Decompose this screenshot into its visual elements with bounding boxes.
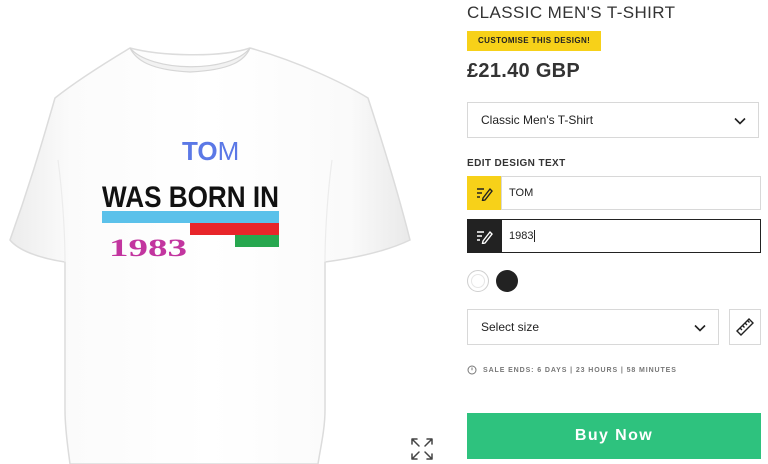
product-title: CLASSIC MEN'S T-SHIRT [467,3,676,22]
design-text-input-2[interactable]: 1983 [501,219,761,253]
size-select-value: Select size [481,320,540,334]
design-text-row-2: 1983 [467,219,761,253]
design-text-input-1-value: TOM [509,187,534,199]
chevron-down-icon [734,117,746,125]
text-caret [534,230,536,243]
design-line2-text: WAS BORN IN [102,181,279,214]
design-stripe-blue [102,211,279,223]
design-stripe-green [235,235,279,247]
ruler-icon [736,318,754,336]
product-panel: CLASSIC MEN'S T-SHIRT CUSTOMISE THIS DES… [467,0,762,464]
style-select-value: Classic Men's T-Shirt [481,113,594,127]
design-text-input-2-value: 1983 [509,230,534,242]
product-image: TOM WAS BORN IN 1983 [0,0,450,464]
size-guide-button[interactable] [729,309,761,345]
customise-design-button[interactable]: CUSTOMISE THIS DESIGN! [467,31,602,51]
tshirt-illustration: TOM WAS BORN IN 1983 [9,47,411,464]
design-year-text: 1983 [109,235,187,262]
edit-text-icon [467,176,501,210]
color-swatch-white[interactable] [467,270,489,292]
product-price: £21.40 GBP [467,60,581,82]
size-select[interactable]: Select size [467,309,719,345]
tshirt-body [9,47,411,464]
design-text-row-1: TOM [467,176,761,210]
sale-countdown-text: SALE ENDS: 6 DAYS | 23 HOURS | 58 MINUTE… [483,366,677,374]
design-name-first: TO [182,136,218,166]
chevron-down-icon [694,324,706,332]
design-text-input-1[interactable]: TOM [501,176,761,210]
edit-text-icon [467,219,501,253]
expand-icon [411,438,433,460]
color-swatch-black[interactable] [496,270,518,292]
design-name-text: TOM [182,136,239,166]
expand-image-button[interactable] [404,434,440,464]
buy-now-button[interactable]: Buy Now [467,413,761,459]
timer-icon [467,365,477,375]
edit-design-text-heading: EDIT DESIGN TEXT [467,158,566,169]
design-stripe-red [190,223,279,235]
design-name-last: M [218,136,240,166]
sale-countdown: SALE ENDS: 6 DAYS | 23 HOURS | 58 MINUTE… [467,365,677,375]
style-select[interactable]: Classic Men's T-Shirt [467,102,759,138]
